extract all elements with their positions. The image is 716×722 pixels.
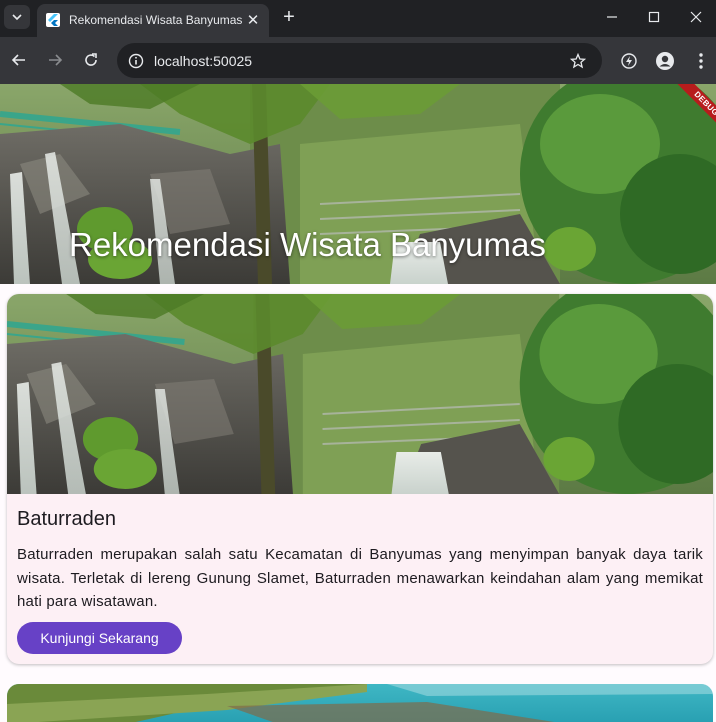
window-controls	[592, 0, 716, 34]
close-icon	[690, 11, 702, 23]
page-title: Rekomendasi Wisata Banyumas	[69, 226, 546, 263]
browser-toolbar: localhost:50025	[0, 37, 716, 84]
forward-button[interactable]	[42, 47, 68, 73]
flutter-icon	[46, 13, 60, 27]
reload-button[interactable]	[78, 47, 104, 73]
performance-icon	[621, 53, 637, 69]
close-window-button[interactable]	[676, 0, 716, 34]
site-info-button[interactable]	[123, 48, 148, 73]
minimize-icon	[607, 16, 617, 18]
bookmark-button[interactable]	[568, 51, 588, 71]
destination-card-image-partial	[7, 684, 713, 722]
site-info-icon	[128, 53, 143, 68]
card-title: Baturraden	[17, 508, 116, 530]
card-image	[7, 294, 713, 494]
card-description: Baturraden merupakan salah satu Kecamata…	[17, 546, 703, 610]
debug-banner: DEBUG	[656, 84, 716, 144]
profile-icon	[656, 52, 674, 70]
menu-button[interactable]	[690, 50, 712, 72]
visit-now-button[interactable]: Kunjungi Sekarang	[17, 622, 182, 654]
app-content: Rekomendasi Wisata Banyumas DEBUG Baturr…	[0, 84, 716, 722]
destination-card: Baturraden Baturraden merupakan salah sa…	[7, 294, 713, 664]
minimize-button[interactable]	[592, 0, 632, 34]
maximize-icon	[648, 11, 660, 23]
address-bar[interactable]: localhost:50025	[117, 43, 602, 78]
tab-close-button[interactable]: ✕	[243, 10, 263, 30]
profile-button[interactable]	[654, 50, 676, 72]
maximize-button[interactable]	[634, 0, 674, 34]
star-icon	[570, 53, 586, 69]
browser-tab-active[interactable]: Rekomendasi Wisata Banyumas ✕	[37, 4, 269, 37]
extension-button[interactable]	[618, 50, 640, 72]
forward-arrow-icon	[49, 54, 63, 66]
close-icon: ✕	[246, 12, 260, 29]
tab-list-button[interactable]	[4, 5, 30, 29]
back-arrow-icon	[11, 54, 25, 66]
back-button[interactable]	[6, 47, 32, 73]
tab-title: Rekomendasi Wisata Banyumas	[69, 13, 243, 27]
more-vert-icon	[699, 53, 703, 69]
new-tab-button[interactable]: +	[278, 6, 300, 28]
url-text: localhost:50025	[154, 53, 253, 69]
debug-label: DEBUG	[672, 84, 716, 138]
reload-icon	[85, 53, 97, 66]
chevron-down-icon	[12, 14, 22, 21]
